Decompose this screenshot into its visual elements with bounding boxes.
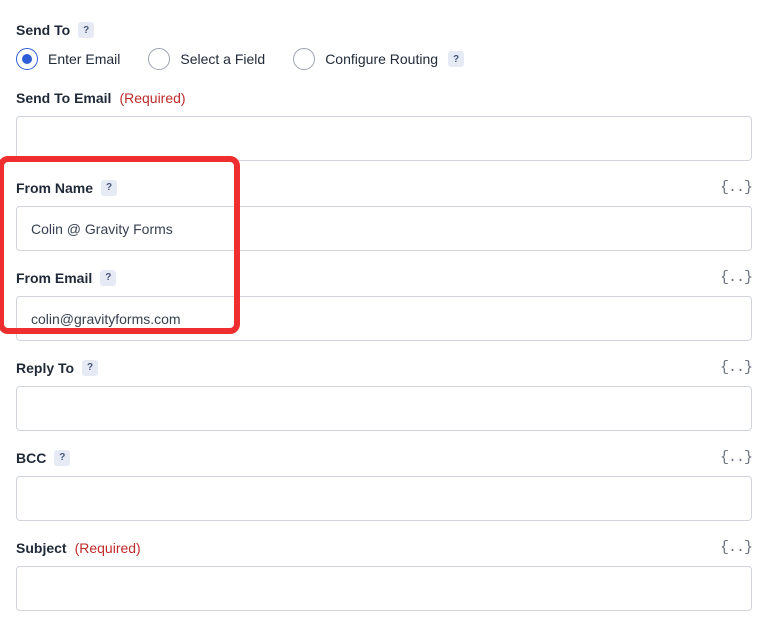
from-name-group: From Name ? {..} [16, 179, 752, 251]
reply-to-group: Reply To ? {..} [16, 359, 752, 431]
send-to-group: Send To ? Enter Email Select a Field Con… [16, 22, 752, 70]
from-email-input[interactable] [16, 296, 752, 341]
reply-to-label: Reply To [16, 360, 74, 376]
radio-enter-email[interactable]: Enter Email [16, 48, 120, 70]
from-email-group: From Email ? {..} [16, 269, 752, 341]
send-to-email-label: Send To Email [16, 90, 111, 106]
from-email-label: From Email [16, 270, 92, 286]
send-to-email-input[interactable] [16, 116, 752, 161]
merge-tag-icon[interactable]: {..} [720, 449, 752, 466]
help-icon[interactable]: ? [100, 270, 116, 286]
help-icon[interactable]: ? [448, 51, 464, 67]
send-to-radio-row: Enter Email Select a Field Configure Rou… [16, 48, 752, 70]
merge-tag-icon[interactable]: {..} [720, 179, 752, 196]
radio-icon [16, 48, 38, 70]
merge-tag-icon[interactable]: {..} [720, 269, 752, 286]
help-icon[interactable]: ? [54, 450, 70, 466]
radio-configure-routing-label: Configure Routing [325, 51, 438, 67]
from-name-input[interactable] [16, 206, 752, 251]
help-icon[interactable]: ? [78, 22, 94, 38]
merge-tag-icon[interactable]: {..} [720, 539, 752, 556]
subject-label: Subject [16, 540, 67, 556]
from-name-label: From Name [16, 180, 93, 196]
radio-configure-routing[interactable]: Configure Routing ? [293, 48, 464, 70]
bcc-input[interactable] [16, 476, 752, 521]
send-to-label: Send To [16, 22, 70, 38]
radio-select-field[interactable]: Select a Field [148, 48, 265, 70]
merge-tag-icon[interactable]: {..} [720, 359, 752, 376]
reply-to-input[interactable] [16, 386, 752, 431]
radio-select-field-label: Select a Field [180, 51, 265, 67]
required-text: (Required) [75, 540, 141, 556]
send-to-email-group: Send To Email (Required) [16, 90, 752, 161]
help-icon[interactable]: ? [82, 360, 98, 376]
subject-input[interactable] [16, 566, 752, 611]
required-text: (Required) [119, 90, 185, 106]
radio-icon [148, 48, 170, 70]
subject-group: Subject (Required) {..} [16, 539, 752, 611]
radio-icon [293, 48, 315, 70]
bcc-label: BCC [16, 450, 46, 466]
help-icon[interactable]: ? [101, 180, 117, 196]
radio-enter-email-label: Enter Email [48, 51, 120, 67]
bcc-group: BCC ? {..} [16, 449, 752, 521]
